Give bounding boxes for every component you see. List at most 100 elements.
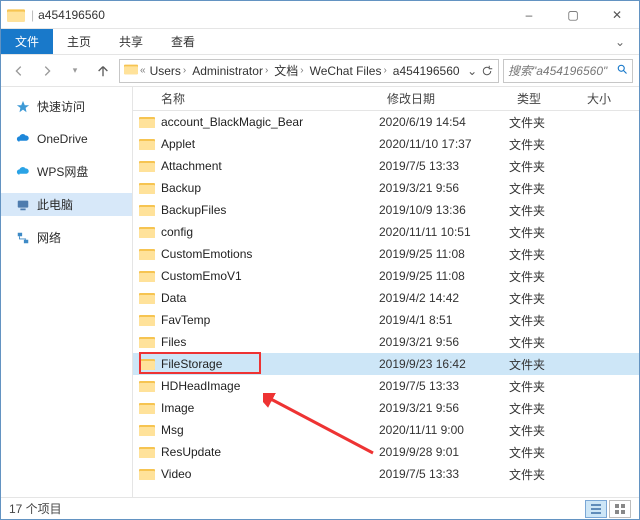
status-item-count: 17 个项目 bbox=[9, 500, 62, 517]
address-dropdown-button[interactable]: ⌄ bbox=[466, 64, 479, 78]
folder-icon bbox=[139, 334, 155, 350]
sidebar-item-quick-access[interactable]: 快速访问 bbox=[1, 95, 132, 118]
titlebar: | a454196560 – ▢ ✕ bbox=[1, 1, 639, 29]
sidebar-item-wps[interactable]: WPS网盘 bbox=[1, 160, 132, 183]
file-type: 文件夹 bbox=[509, 158, 579, 175]
sidebar-item-this-pc[interactable]: 此电脑 bbox=[1, 193, 132, 216]
file-name: FileStorage bbox=[161, 357, 379, 371]
tab-view[interactable]: 查看 bbox=[157, 29, 209, 54]
table-row[interactable]: BackupFiles2019/10/9 13:36文件夹 bbox=[133, 199, 639, 221]
file-name: Attachment bbox=[161, 159, 379, 173]
table-row[interactable]: config2020/11/11 10:51文件夹 bbox=[133, 221, 639, 243]
ribbon-expand-button[interactable]: ⌄ bbox=[601, 29, 639, 54]
nav-forward-button[interactable] bbox=[35, 59, 59, 83]
file-type: 文件夹 bbox=[509, 378, 579, 395]
table-row[interactable]: Image2019/3/21 9:56文件夹 bbox=[133, 397, 639, 419]
file-type: 文件夹 bbox=[509, 114, 579, 131]
table-row[interactable]: CustomEmotions2019/9/25 11:08文件夹 bbox=[133, 243, 639, 265]
file-date: 2019/7/5 13:33 bbox=[379, 379, 509, 393]
file-name: FavTemp bbox=[161, 313, 379, 327]
file-date: 2019/3/21 9:56 bbox=[379, 181, 509, 195]
table-row[interactable]: FavTemp2019/4/1 8:51文件夹 bbox=[133, 309, 639, 331]
sidebar-item-onedrive[interactable]: OneDrive bbox=[1, 128, 132, 150]
folder-icon bbox=[139, 444, 155, 460]
nav-up-button[interactable] bbox=[91, 59, 115, 83]
address-bar-row: ▾ « Users› Administrator› 文档› WeChat Fil… bbox=[1, 55, 639, 87]
table-row[interactable]: Files2019/3/21 9:56文件夹 bbox=[133, 331, 639, 353]
status-bar: 17 个项目 bbox=[1, 497, 639, 519]
column-size[interactable]: 大小 bbox=[579, 90, 639, 107]
tab-share[interactable]: 共享 bbox=[105, 29, 157, 54]
table-row[interactable]: Data2019/4/2 14:42文件夹 bbox=[133, 287, 639, 309]
table-row[interactable]: account_BlackMagic_Bear2020/6/19 14:54文件… bbox=[133, 111, 639, 133]
folder-icon bbox=[139, 114, 155, 130]
close-button[interactable]: ✕ bbox=[595, 1, 639, 29]
folder-icon bbox=[139, 136, 155, 152]
refresh-button[interactable] bbox=[481, 65, 494, 77]
address-bar[interactable]: « Users› Administrator› 文档› WeChat Files… bbox=[119, 59, 499, 83]
file-name: BackupFiles bbox=[161, 203, 379, 217]
table-row[interactable]: CustomEmoV12019/9/25 11:08文件夹 bbox=[133, 265, 639, 287]
column-date[interactable]: 修改日期 bbox=[379, 90, 509, 107]
file-date: 2020/6/19 14:54 bbox=[379, 115, 509, 129]
chevron-left-icon[interactable]: « bbox=[140, 65, 146, 76]
window-title: a454196560 bbox=[38, 8, 507, 22]
tab-home[interactable]: 主页 bbox=[53, 29, 105, 54]
chevron-right-icon[interactable]: › bbox=[183, 65, 186, 76]
file-type: 文件夹 bbox=[509, 180, 579, 197]
file-name: Data bbox=[161, 291, 379, 305]
table-row[interactable]: HDHeadImage2019/7/5 13:33文件夹 bbox=[133, 375, 639, 397]
file-type: 文件夹 bbox=[509, 400, 579, 417]
file-type: 文件夹 bbox=[509, 246, 579, 263]
view-details-button[interactable] bbox=[585, 500, 607, 518]
minimize-button[interactable]: – bbox=[507, 1, 551, 29]
tab-file[interactable]: 文件 bbox=[1, 29, 53, 54]
folder-icon bbox=[124, 62, 138, 79]
chevron-right-icon[interactable]: › bbox=[265, 65, 268, 76]
folder-icon bbox=[139, 268, 155, 284]
search-input[interactable]: 搜索"a454196560" bbox=[503, 59, 633, 83]
folder-icon bbox=[139, 180, 155, 196]
file-type: 文件夹 bbox=[509, 356, 579, 373]
table-row[interactable]: Applet2020/11/10 17:37文件夹 bbox=[133, 133, 639, 155]
file-type: 文件夹 bbox=[509, 444, 579, 461]
sidebar-item-network[interactable]: 网络 bbox=[1, 226, 132, 249]
folder-icon bbox=[139, 202, 155, 218]
view-icons-button[interactable] bbox=[609, 500, 631, 518]
file-name: HDHeadImage bbox=[161, 379, 379, 393]
file-type: 文件夹 bbox=[509, 422, 579, 439]
chevron-right-icon[interactable]: › bbox=[383, 65, 386, 76]
search-placeholder: 搜索"a454196560" bbox=[508, 62, 616, 79]
breadcrumb: a454196560 bbox=[391, 64, 462, 78]
breadcrumb: WeChat Files› bbox=[308, 64, 389, 78]
file-name: Image bbox=[161, 401, 379, 415]
file-date: 2019/7/5 13:33 bbox=[379, 159, 509, 173]
search-icon bbox=[616, 63, 628, 78]
table-row[interactable]: Msg2020/11/11 9:00文件夹 bbox=[133, 419, 639, 441]
table-row[interactable]: ResUpdate2019/9/28 9:01文件夹 bbox=[133, 441, 639, 463]
folder-icon bbox=[139, 466, 155, 482]
table-row[interactable]: FileStorage2019/9/23 16:42文件夹 bbox=[133, 353, 639, 375]
file-type: 文件夹 bbox=[509, 290, 579, 307]
table-row[interactable]: Video2019/7/5 13:33文件夹 bbox=[133, 463, 639, 485]
table-row[interactable]: Backup2019/3/21 9:56文件夹 bbox=[133, 177, 639, 199]
file-date: 2020/11/10 17:37 bbox=[379, 137, 509, 151]
column-name[interactable]: 名称 bbox=[133, 90, 379, 107]
file-name: Applet bbox=[161, 137, 379, 151]
table-row[interactable]: Attachment2019/7/5 13:33文件夹 bbox=[133, 155, 639, 177]
file-name: Files bbox=[161, 335, 379, 349]
nav-back-button[interactable] bbox=[7, 59, 31, 83]
folder-icon bbox=[139, 224, 155, 240]
explorer-icon bbox=[7, 6, 25, 24]
maximize-button[interactable]: ▢ bbox=[551, 1, 595, 29]
folder-icon bbox=[139, 158, 155, 174]
file-type: 文件夹 bbox=[509, 466, 579, 483]
column-type[interactable]: 类型 bbox=[509, 90, 579, 107]
file-type: 文件夹 bbox=[509, 224, 579, 241]
folder-icon bbox=[139, 290, 155, 306]
nav-recent-button[interactable]: ▾ bbox=[63, 59, 87, 83]
chevron-right-icon[interactable]: › bbox=[300, 65, 303, 76]
network-icon bbox=[15, 230, 31, 246]
file-name: CustomEmotions bbox=[161, 247, 379, 261]
folder-icon bbox=[139, 246, 155, 262]
